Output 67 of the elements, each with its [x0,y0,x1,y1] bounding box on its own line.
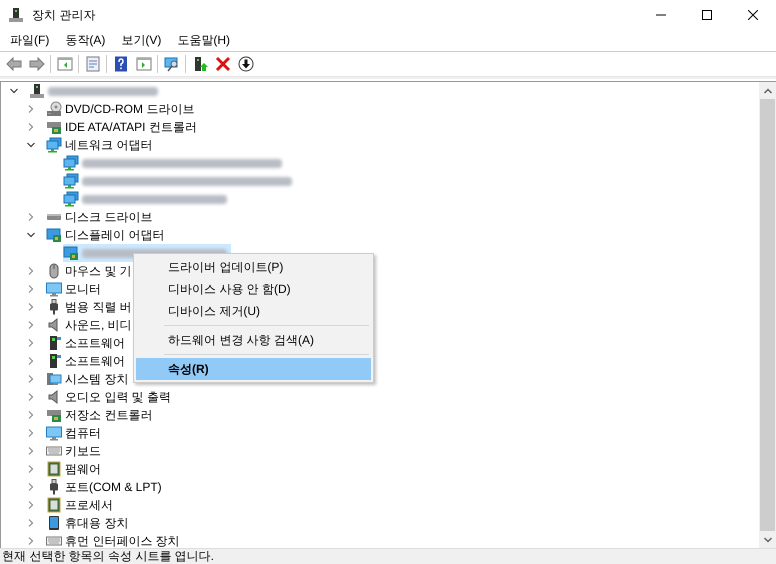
x-icon [214,56,230,72]
tree-item[interactable]: 컴퓨터 [46,424,105,442]
context-menu-item[interactable]: 드라이버 업데이트(P) [136,256,371,278]
tree-item[interactable]: 마우스 및 기 [46,262,136,280]
menu-item[interactable]: 동작(A) [57,30,114,51]
network-icon [63,155,79,171]
down-arrow-circle-icon [238,56,254,72]
tree-item[interactable]: 키보드 [46,442,105,460]
tree-item[interactable]: 사운드, 비디 [46,316,136,334]
tree-item[interactable]: 디스크 드라이브 [46,208,156,226]
back-arrow-icon [6,56,22,72]
tree-item[interactable]: 네트워크 어댑터 [46,136,156,154]
network-icon [63,191,79,207]
monitor-icon [46,281,62,297]
pane-icon [56,56,72,72]
network-icon [63,173,79,189]
tree-item[interactable]: 휴대용 장치 [46,514,132,532]
tree-item[interactable]: 소프트웨어 [46,334,129,352]
context-menu-item[interactable]: 속성(R) [136,358,371,380]
status-text: 현재 선택한 항목의 속성 시트를 엽니다. [0,548,776,564]
tree-item[interactable]: 저장소 컨트롤러 [46,406,156,424]
chip-icon [46,497,62,513]
tree-item[interactable]: 포트(COM & LPT) [46,478,166,496]
system-icon [46,371,62,387]
menu-item[interactable]: 보기(V) [113,30,170,51]
tablet-icon [46,515,62,531]
pane-icon [136,56,152,72]
app-icon [8,7,24,23]
tree-item[interactable]: 소프트웨어 [46,352,129,370]
chevron-icon[interactable] [27,231,35,239]
document-icon [84,56,100,72]
maximize-icon [702,10,712,20]
controller-card-icon [46,407,62,423]
display-adapter-icon [46,227,62,243]
chevron-up-icon [764,88,772,94]
tree-item[interactable]: IDE ATA/ATAPI 컨트롤러 [46,118,201,136]
context-menu-item[interactable]: 디바이스 사용 안 함(D) [136,278,371,300]
tree-item[interactable]: 휴먼 인터페이스 장치 [46,532,184,550]
disk-drive-icon [46,214,62,220]
tree-item[interactable]: DVD/CD-ROM 드라이브 [46,100,198,118]
tree-item[interactable]: 디스플레이 어댑터 [46,226,168,244]
tree-item[interactable]: 펌웨어 [46,460,105,478]
chevron-icon[interactable] [27,141,35,149]
tree-item[interactable]: 시스템 장치 [46,370,132,388]
context-menu-item[interactable]: 디바이스 제거(U) [136,300,371,322]
monitor-icon [46,425,62,441]
computer-icon [29,83,45,99]
network-icon [46,137,62,153]
forward-arrow-icon [28,56,44,72]
chevron-down-icon [764,536,772,542]
menu-item[interactable]: 파일(F) [2,30,58,51]
context-menu-item[interactable]: 하드웨어 변경 사항 검색(A) [136,329,371,351]
chip-icon [46,461,62,477]
controller-card-icon [46,119,62,135]
tree-item[interactable]: 범용 직렬 버 [46,298,136,316]
window-title: 장치 관리자 [32,6,96,24]
tree-item[interactable]: 프로세서 [46,496,117,514]
menu-item[interactable]: 도움말(H) [169,30,238,51]
monitor-search-icon [164,56,180,72]
scrollbar-thumb[interactable] [760,99,775,531]
tree-item[interactable]: 모니터 [46,280,105,298]
chevron-icon[interactable] [10,87,18,95]
close-icon [748,10,758,20]
display-adapter-icon [63,245,79,261]
help-icon [112,56,128,72]
disc-drive-icon [46,101,62,117]
tree-item[interactable]: 오디오 입력 및 출력 [46,388,176,406]
